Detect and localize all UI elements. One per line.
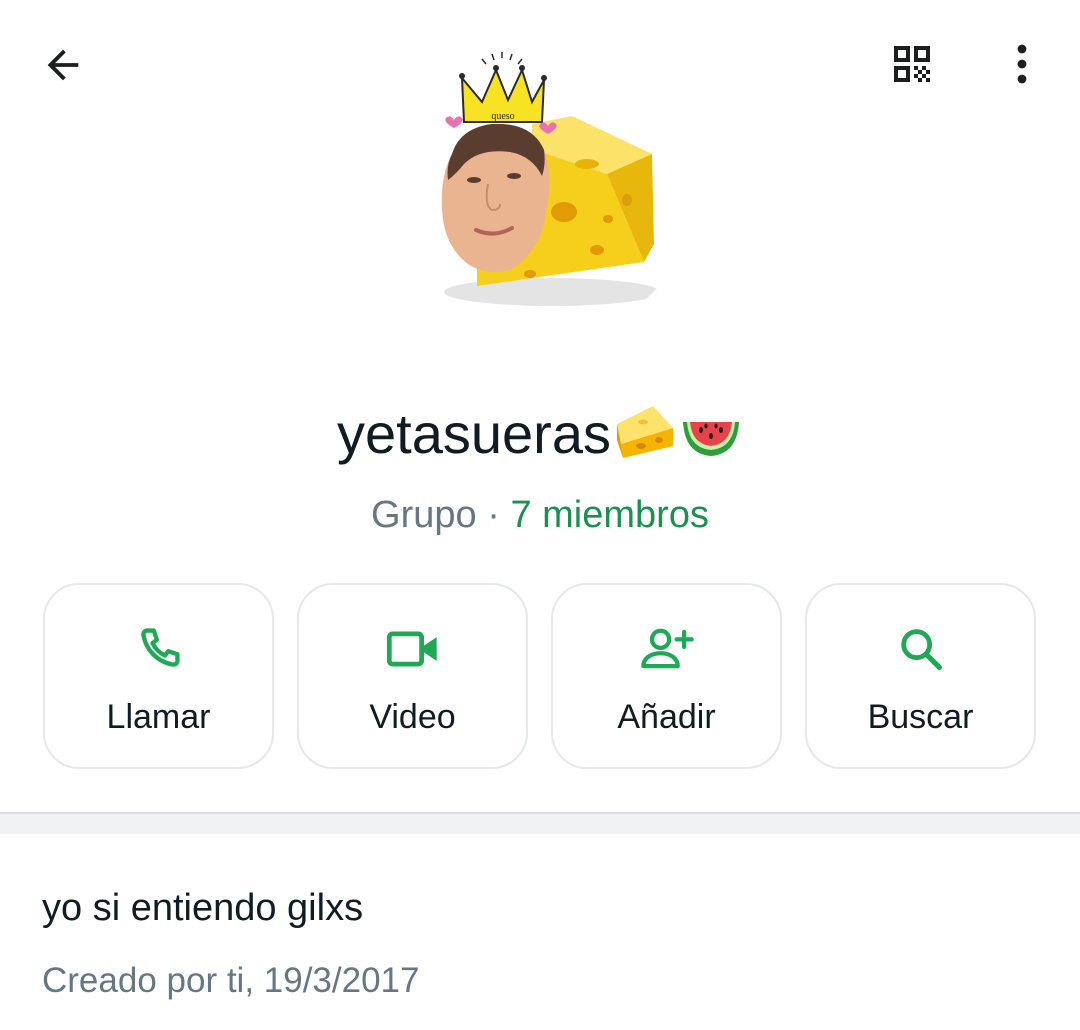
more-vert-icon	[1017, 44, 1027, 84]
phone-icon	[140, 628, 180, 667]
group-type-label: Grupo	[371, 494, 477, 536]
video-button-label: Video	[369, 698, 456, 736]
add-participant-button[interactable]: Añadir	[551, 583, 782, 769]
call-button-label: Llamar	[106, 698, 211, 736]
search-icon	[900, 629, 942, 671]
group-info-screen: queso yetasueras Grupo · 7 miembros Llam…	[0, 0, 1080, 1030]
section-divider	[0, 814, 1080, 834]
qr-code-icon	[894, 46, 930, 82]
search-button-label: Buscar	[867, 698, 974, 736]
group-meta: Grupo · 7 miembros	[0, 492, 1080, 538]
watermelon-icon	[679, 400, 743, 477]
add-person-icon	[640, 628, 694, 669]
search-button[interactable]: Buscar	[805, 583, 1036, 769]
call-button[interactable]: Llamar	[43, 583, 274, 769]
members-count-link[interactable]: 7 miembros	[510, 494, 709, 536]
add-participant-button-label: Añadir	[617, 698, 716, 736]
cheese-icon	[613, 400, 677, 477]
arrow-left-icon	[47, 49, 79, 81]
group-name[interactable]: yetasueras	[0, 398, 1080, 477]
group-description[interactable]: yo si entiendo gilxs	[42, 884, 363, 932]
crown-label: queso	[491, 111, 514, 122]
group-avatar-image: queso	[441, 52, 660, 306]
qr-code-button[interactable]	[882, 34, 942, 94]
group-created-info: Creado por ti, 19/3/2017	[42, 961, 420, 1000]
group-name-text: yetasueras	[337, 402, 611, 465]
action-buttons: Llamar Video Añadir Buscar	[43, 583, 1037, 769]
meta-separator: ·	[476, 494, 511, 536]
back-button[interactable]	[34, 36, 92, 94]
more-options-button[interactable]	[992, 34, 1052, 94]
video-icon	[386, 631, 437, 667]
video-button[interactable]: Video	[297, 583, 528, 769]
group-avatar[interactable]: queso	[382, 24, 698, 340]
